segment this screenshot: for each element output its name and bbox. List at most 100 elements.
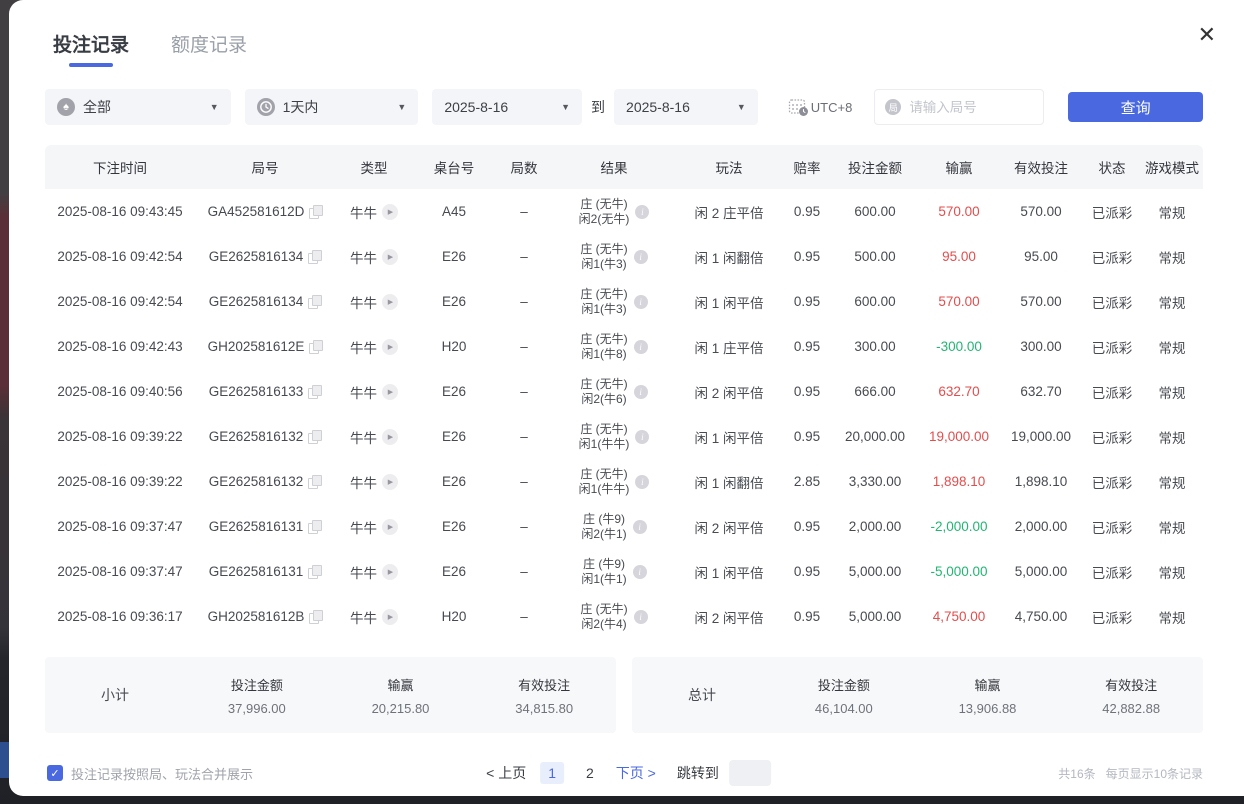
close-icon[interactable]: ✕ (1198, 24, 1216, 46)
info-icon[interactable] (633, 520, 647, 534)
bet-records-modal: 投注记录 额度记录 ✕ 全部 1天内 2025-8-16 到 2025-8-16 (9, 0, 1244, 796)
cell-game-mode: 常规 (1141, 247, 1203, 267)
cell-result: 庄 (无牛)闲1(牛牛) (553, 467, 675, 497)
info-icon[interactable] (635, 430, 649, 444)
result-text: 庄 (牛9)闲2(牛1) (581, 512, 626, 542)
cell-game-type: 牛牛 (335, 337, 413, 357)
play-video-icon[interactable] (382, 249, 398, 265)
cell-game-mode: 常规 (1141, 472, 1203, 492)
result-text: 庄 (无牛)闲1(牛3) (580, 242, 627, 272)
total-win: 输赢 13,906.88 (916, 675, 1060, 716)
round-id-text: GE2625816131 (209, 564, 304, 579)
timezone-value: UTC+8 (811, 100, 853, 115)
copy-icon[interactable] (308, 295, 321, 309)
cell-odds: 2.85 (783, 474, 831, 489)
cell-round-id: GH202581612B (195, 609, 335, 624)
timezone-indicator: UTC+8 (788, 97, 853, 117)
play-video-icon[interactable] (382, 519, 398, 535)
merge-checkbox[interactable] (47, 765, 63, 781)
cell-win-loss: -2,000.00 (919, 519, 999, 534)
copy-icon[interactable] (308, 565, 321, 579)
cell-game-type: 牛牛 (335, 382, 413, 402)
cell-valid-bet: 300.00 (999, 339, 1083, 354)
subtotal-win: 输赢 20,215.80 (329, 675, 473, 716)
cell-rounds: – (495, 429, 553, 444)
copy-icon[interactable] (308, 385, 321, 399)
cell-play: 闲 1 闲翻倍 (675, 472, 783, 492)
cell-table-no: E26 (413, 429, 495, 444)
copy-icon[interactable] (308, 475, 321, 489)
info-icon[interactable] (634, 340, 648, 354)
copy-icon[interactable] (308, 430, 321, 444)
cell-bet-time: 2025-08-16 09:37:47 (45, 519, 195, 534)
calendar-clock-icon (788, 97, 809, 117)
cell-rounds: – (495, 519, 553, 534)
query-button[interactable]: 查询 (1068, 92, 1203, 122)
page-button-2[interactable]: 2 (578, 762, 602, 784)
cell-win-loss: 1,898.10 (919, 474, 999, 489)
next-page-button[interactable]: 下页 > (616, 763, 656, 783)
info-icon[interactable] (634, 250, 648, 264)
info-icon[interactable] (633, 565, 647, 579)
info-icon[interactable] (635, 205, 649, 219)
table-row: 2025-08-16 09:39:22 GE2625816132 牛牛 E26 … (45, 459, 1203, 504)
cell-game-type: 牛牛 (335, 472, 413, 492)
modal-header: 投注记录 额度记录 ✕ (9, 0, 1244, 67)
cell-status: 已派彩 (1083, 247, 1141, 267)
cell-valid-bet: 5,000.00 (999, 564, 1083, 579)
table-row: 2025-08-16 09:37:47 GE2625816131 牛牛 E26 … (45, 549, 1203, 594)
jump-to-input[interactable] (729, 760, 771, 786)
to-label: 到 (591, 97, 605, 117)
copy-icon[interactable] (309, 340, 322, 354)
info-icon[interactable] (634, 610, 648, 624)
cell-table-no: E26 (413, 384, 495, 399)
time-range-select[interactable]: 1天内 (245, 89, 419, 125)
play-video-icon[interactable] (382, 564, 398, 580)
copy-icon[interactable] (308, 250, 321, 264)
col-round-id: 局号 (195, 157, 335, 177)
play-video-icon[interactable] (382, 204, 398, 220)
play-video-icon[interactable] (382, 474, 398, 490)
info-icon[interactable] (634, 295, 648, 309)
cell-table-no: E26 (413, 294, 495, 309)
bet-records-table: 下注时间 局号 类型 桌台号 局数 结果 玩法 赔率 投注金额 输赢 有效投注 … (45, 145, 1203, 639)
cell-game-mode: 常规 (1141, 517, 1203, 537)
info-icon[interactable] (634, 385, 648, 399)
clock-icon (257, 98, 275, 116)
game-type-text: 牛牛 (350, 427, 377, 447)
col-win-loss: 输赢 (919, 157, 999, 177)
cell-odds: 0.95 (783, 609, 831, 624)
page-button-1[interactable]: 1 (540, 762, 564, 784)
play-video-icon[interactable] (382, 339, 398, 355)
info-icon[interactable] (635, 475, 649, 489)
col-status: 状态 (1083, 157, 1141, 177)
date-to-select[interactable]: 2025-8-16 (614, 89, 758, 125)
per-page-info: 每页显示10条记录 (1106, 765, 1203, 782)
table-row: 2025-08-16 09:36:17 GH202581612B 牛牛 H20 … (45, 594, 1203, 639)
tab-quota-records[interactable]: 额度记录 (171, 30, 247, 67)
result-text: 庄 (无牛)闲2(牛4) (580, 602, 627, 632)
cell-round-id: GE2625816132 (195, 429, 335, 444)
play-video-icon[interactable] (382, 384, 398, 400)
copy-icon[interactable] (309, 205, 322, 219)
game-type-select[interactable]: 全部 (45, 89, 231, 125)
round-search-input[interactable] (909, 100, 1033, 115)
tab-bet-records[interactable]: 投注记录 (53, 30, 129, 67)
game-type-text: 牛牛 (350, 292, 377, 312)
play-video-icon[interactable] (382, 609, 398, 625)
play-video-icon[interactable] (382, 294, 398, 310)
prev-page-button[interactable]: < 上页 (486, 763, 526, 783)
round-id-text: GH202581612B (208, 609, 305, 624)
col-rounds: 局数 (495, 157, 553, 177)
result-text: 庄 (无牛)闲2(无牛) (579, 197, 630, 227)
copy-icon[interactable] (309, 610, 322, 624)
copy-icon[interactable] (308, 520, 321, 534)
cell-play: 闲 2 闲平倍 (675, 607, 783, 627)
cell-round-id: GH202581612E (195, 339, 335, 354)
cell-game-type: 牛牛 (335, 202, 413, 222)
date-from-select[interactable]: 2025-8-16 (432, 89, 582, 125)
cell-game-mode: 常规 (1141, 202, 1203, 222)
play-video-icon[interactable] (382, 429, 398, 445)
cell-result: 庄 (无牛)闲2(牛6) (553, 377, 675, 407)
cell-game-type: 牛牛 (335, 247, 413, 267)
